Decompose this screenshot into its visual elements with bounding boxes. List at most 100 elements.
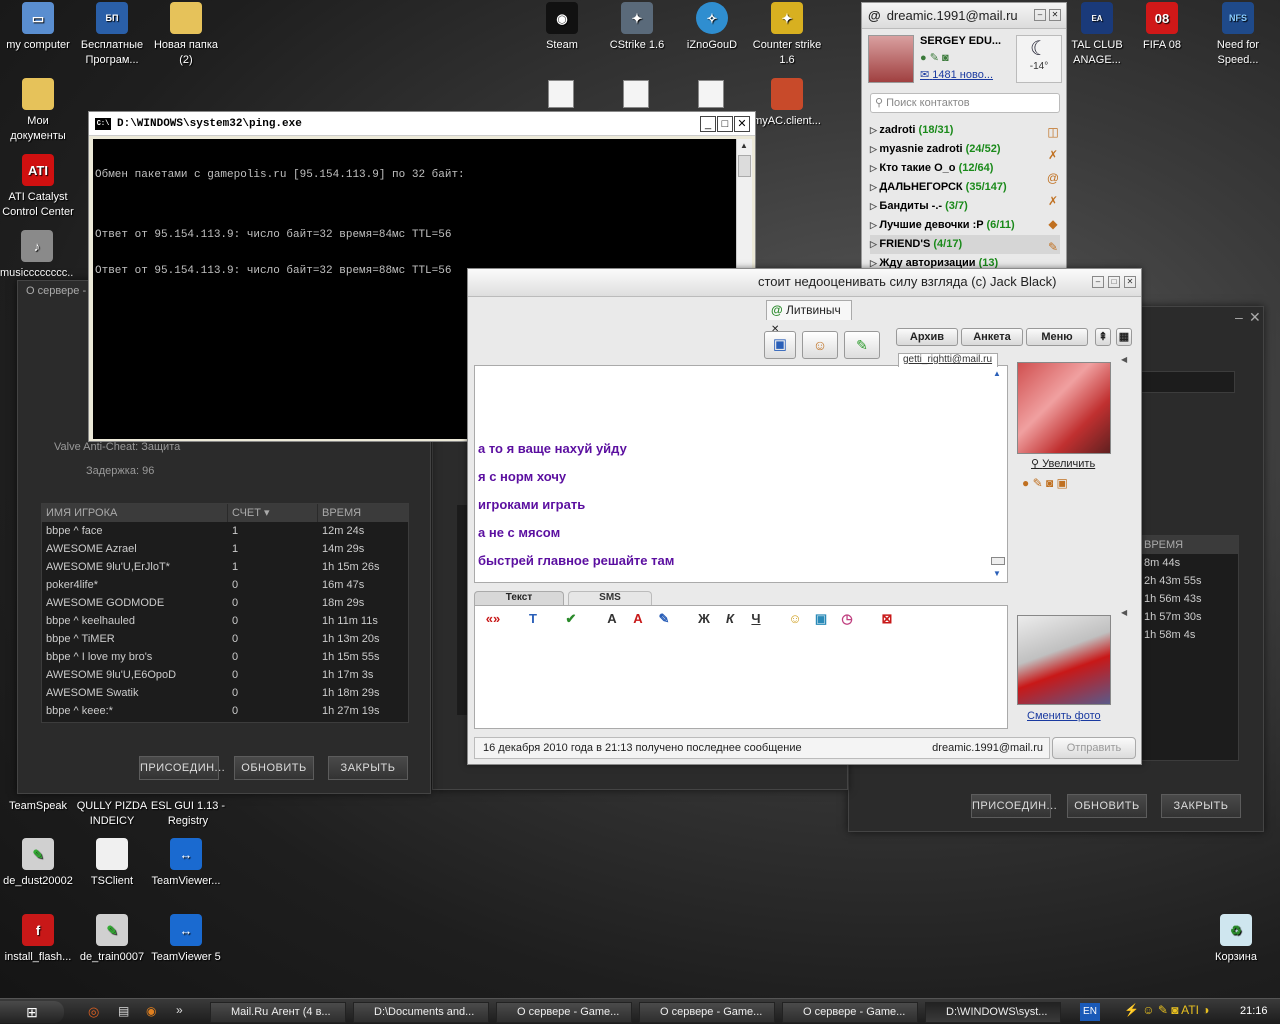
desktop-icon-teamspeak[interactable]: TeamSpeak xyxy=(0,799,76,814)
desktop-icon-myac[interactable]: myAC.client... xyxy=(749,78,825,129)
collapse-right-icon[interactable]: ◀ xyxy=(1121,355,1127,364)
task-server-info-1[interactable]: О сервере - Game... xyxy=(496,1002,632,1023)
close-icon[interactable]: ✕ xyxy=(1249,309,1261,326)
zoom-link[interactable]: ⚲ Увеличить xyxy=(1031,457,1095,470)
table-row[interactable]: AWESOME 9lu'U,E6OpoD 0 1h 17m 3s xyxy=(42,666,408,684)
server-address-field[interactable] xyxy=(1139,371,1235,393)
contact-group[interactable]: ▷ zadroti (18/31) xyxy=(870,121,1060,140)
layout-icon[interactable]: ▦ xyxy=(1116,328,1132,346)
contact-group[interactable]: ▷ FRIEND'S (4/17) xyxy=(870,235,1060,254)
status-icons[interactable]: ● ✎ ◙ xyxy=(920,51,949,64)
quote-icon[interactable]: «» xyxy=(483,609,503,629)
font-icon[interactable]: A xyxy=(602,609,622,629)
desktop-icon-qully[interactable]: QULLY PIZDA INDEICY xyxy=(74,799,150,829)
desktop-icon-iznogoud[interactable]: ✧ iZnoGouD xyxy=(674,2,750,53)
italic-icon[interactable]: К xyxy=(720,609,740,629)
table-row[interactable]: bbpe ^ keee:* 0 1h 27m 19s xyxy=(42,702,408,720)
scroll-up-icon[interactable]: ▲ xyxy=(993,369,1001,378)
expand-arrow-icon[interactable]: ▷ xyxy=(870,125,879,135)
refresh-button[interactable]: ОБНОВИТЬ xyxy=(1067,794,1147,818)
file-icon[interactable] xyxy=(623,80,649,108)
desktop-icon-cstrike[interactable]: ✦ CStrike 1.6 xyxy=(599,2,675,53)
task-ping-console[interactable]: D:\WINDOWS\syst... xyxy=(925,1002,1061,1023)
contact-group[interactable]: ▷ myasnie zadroti (24/52) xyxy=(870,140,1060,159)
close-button[interactable]: ✕ xyxy=(734,116,750,132)
desktop-icon-new-folder[interactable]: Новая папка (2) xyxy=(148,2,224,68)
profile-button[interactable]: Анкета xyxy=(961,328,1023,346)
weather-widget[interactable]: ☾ -14° xyxy=(1016,35,1062,83)
desktop-icon-esl-gui[interactable]: ESL GUI 1.13 - Registry xyxy=(150,799,226,829)
tab-text[interactable]: Текст xyxy=(474,591,564,605)
desktop-icon-my-documents[interactable]: Мои документы xyxy=(0,78,76,144)
expand-arrow-icon[interactable]: ▷ xyxy=(870,144,879,154)
bold-icon[interactable]: Ж xyxy=(694,609,714,629)
minimize-icon[interactable]: – xyxy=(1235,309,1243,325)
scroll-up-icon[interactable]: ▲ xyxy=(740,141,748,150)
desktop-icon-nfs[interactable]: NFS Need for Speed... xyxy=(1200,2,1276,68)
chat-bubble-icon[interactable]: ✎ xyxy=(844,331,880,359)
desktop-icon-my-computer[interactable]: ▭ my computer xyxy=(0,2,76,53)
quicklaunch-firefox-icon[interactable]: ◉ xyxy=(146,1004,156,1018)
desktop-icon-counter-strike[interactable]: ✦ Counter strike 1.6 xyxy=(749,2,825,68)
contacts-icon[interactable]: ☺ xyxy=(802,331,838,359)
table-row[interactable]: bbpe ^ face 1 12m 24s xyxy=(42,522,408,540)
send-button[interactable]: Отправить xyxy=(1052,737,1136,759)
contact-group[interactable]: ▷ Бандиты -.- (3/7) xyxy=(870,197,1060,216)
table-row[interactable]: AWESOME Azrael 1 14m 29s xyxy=(42,540,408,558)
desktop-icon-teamviewer[interactable]: ↔ TeamViewer... xyxy=(148,838,224,889)
smiley-icon[interactable]: ☺ xyxy=(785,609,805,629)
minimize-icon[interactable]: – xyxy=(1092,276,1104,288)
column-time[interactable]: ВРЕМЯ xyxy=(318,504,408,522)
file-icon[interactable] xyxy=(698,80,724,108)
tab-sms[interactable]: SMS xyxy=(568,591,652,605)
quicklaunch-opera-icon[interactable]: ◎ xyxy=(88,1004,99,1020)
desktop-icon-install-flash[interactable]: f install_flash... xyxy=(0,914,76,965)
mailru-agent-window[interactable]: @ dreamic.1991@mail.ru – ✕ SERGEY EDU...… xyxy=(861,2,1067,270)
expand-arrow-icon[interactable]: ▷ xyxy=(870,201,879,211)
file-icon[interactable] xyxy=(548,80,574,108)
video-icon[interactable]: ▣ xyxy=(811,609,831,629)
table-row[interactable]: bbpe ^ TiMER 0 1h 13m 20s xyxy=(42,630,408,648)
join-button[interactable]: ПРИСОЕДИН... xyxy=(139,756,225,780)
close-icon[interactable]: ✕ xyxy=(1124,276,1136,288)
maximize-icon[interactable]: □ xyxy=(1108,276,1120,288)
start-button[interactable]: ⊞ xyxy=(0,1001,64,1023)
highlight-icon[interactable]: ✎ xyxy=(654,609,674,629)
chat-tab[interactable]: @ Литвиныч ✕ xyxy=(766,300,852,335)
task-server-info-2[interactable]: О сервере - Game... xyxy=(639,1002,775,1023)
maximize-button[interactable]: □ xyxy=(717,116,733,132)
refresh-button[interactable]: ОБНОВИТЬ xyxy=(234,756,314,780)
new-mail-link[interactable]: ✉ 1481 ново... xyxy=(920,68,993,81)
expand-arrow-icon[interactable]: ▷ xyxy=(870,258,879,268)
desktop-icon-de-dust[interactable]: ✎ de_dust20002 xyxy=(0,838,76,889)
desktop-icon-fifa[interactable]: 08 FIFA 08 xyxy=(1124,2,1200,53)
tray-icons[interactable]: ⚡ ☺ ✎ ◙ ATI ◑ xyxy=(1124,1003,1210,1017)
settings-icon[interactable]: ⇞ xyxy=(1095,328,1111,346)
close-button[interactable]: ЗАКРЫТЬ xyxy=(1161,794,1241,818)
contact-search-input[interactable]: ⚲ Поиск контактов xyxy=(870,93,1060,113)
desktop-icon-music[interactable]: ♪ musicccccccc... xyxy=(0,230,74,276)
desktop-icon-programs[interactable]: БП Бесплатные Програм... xyxy=(74,2,150,68)
expand-arrow-icon[interactable]: ▷ xyxy=(870,220,879,230)
status-icon-column[interactable]: ◫ ✗ @ ✗ ◆ ✎ xyxy=(1044,121,1062,269)
desktop-icon-tsclient[interactable]: TSClient xyxy=(74,838,150,889)
minimize-icon[interactable]: – xyxy=(1034,9,1046,21)
expand-arrow-icon[interactable]: ▷ xyxy=(870,239,879,249)
save-icon[interactable]: ▣ xyxy=(764,331,796,359)
contact-status-icons[interactable]: ● ✎ ◙ ▣ xyxy=(1022,476,1068,490)
column-score[interactable]: СЧЕТ ▾ xyxy=(228,504,318,522)
contact-group[interactable]: ▷ Кто такие О_о (12/64) xyxy=(870,159,1060,178)
desktop-icon-recycle-bin[interactable]: ♻ Корзина xyxy=(1198,914,1274,965)
desktop-icon-ati[interactable]: ATI ATI Catalyst Control Center xyxy=(0,154,76,220)
language-indicator[interactable]: EN xyxy=(1080,1003,1100,1021)
change-photo-link[interactable]: Сменить фото xyxy=(1027,710,1101,722)
contact-group[interactable]: ▷ Лучшие девочки :P (6/11) xyxy=(870,216,1060,235)
table-row[interactable]: AWESOME GODMODE 0 18m 29s xyxy=(42,594,408,612)
scroll-down-icon[interactable]: ▼ xyxy=(993,569,1001,578)
text-color-icon[interactable]: A xyxy=(628,609,648,629)
underline-icon[interactable]: Ч xyxy=(746,609,766,629)
column-player-name[interactable]: ИМЯ ИГРОКА xyxy=(42,504,228,522)
text-style-icon[interactable]: T xyxy=(523,609,543,629)
expand-arrow-icon[interactable]: ▷ xyxy=(870,182,879,192)
contact-group[interactable]: ▷ ДАЛЬНЕГОРСК (35/147) xyxy=(870,178,1060,197)
